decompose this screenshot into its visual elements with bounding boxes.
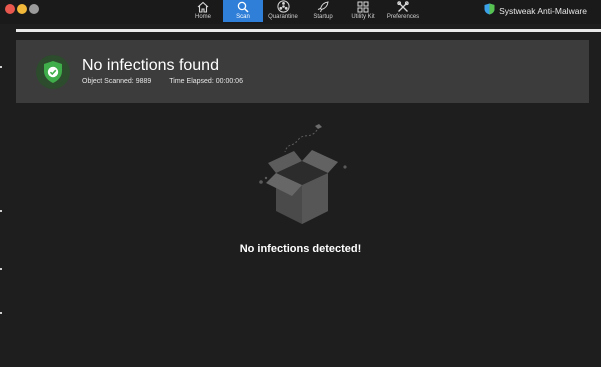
result-title: No infections found	[82, 57, 219, 74]
zoom-window-button[interactable]	[29, 4, 39, 14]
status-indicator	[36, 55, 70, 89]
nav-utility-kit-label: Utility Kit	[351, 14, 375, 20]
brand-name: Systweak Anti-Malware	[499, 6, 587, 16]
biohazard-icon	[276, 0, 290, 13]
shield-logo-icon	[484, 2, 495, 20]
main-nav: Home Scan Quarantine Startup Utility Kit	[183, 0, 423, 22]
edge-tick	[0, 312, 2, 314]
edge-tick	[0, 268, 2, 270]
nav-preferences-label: Preferences	[386, 14, 420, 20]
nav-utility-kit[interactable]: Utility Kit	[343, 0, 383, 22]
title-bar: Home Scan Quarantine Startup Utility Kit	[0, 0, 601, 24]
nav-scan[interactable]: Scan	[223, 0, 263, 22]
grid-icon	[357, 0, 369, 13]
window-controls	[5, 4, 39, 14]
nav-home-label: Home	[194, 14, 211, 20]
minimize-window-button[interactable]	[17, 4, 27, 14]
edge-tick	[0, 210, 2, 212]
edge-tick	[0, 66, 2, 68]
home-icon	[197, 0, 209, 13]
nav-preferences[interactable]: Preferences	[383, 0, 423, 22]
nav-startup-label: Startup	[313, 14, 333, 20]
objects-scanned: Object Scanned: 9889	[82, 78, 152, 85]
close-window-button[interactable]	[5, 4, 15, 14]
header-divider	[16, 29, 601, 32]
empty-state-message: No infections detected!	[239, 243, 362, 255]
brand: Systweak Anti-Malware	[484, 2, 587, 20]
scan-result-panel: No infections found Object Scanned: 9889…	[16, 40, 589, 103]
rocket-icon	[317, 0, 329, 13]
time-elapsed: Time Elapsed: 00:00:06	[169, 78, 243, 85]
open-box-icon	[252, 118, 352, 230]
shield-check-icon	[44, 61, 62, 83]
tools-icon	[397, 0, 409, 13]
nav-home[interactable]: Home	[183, 0, 223, 22]
nav-startup[interactable]: Startup	[303, 0, 343, 22]
nav-quarantine-label: Quarantine	[268, 14, 298, 20]
scan-stats: Object Scanned: 9889 Time Elapsed: 00:00…	[82, 78, 243, 85]
search-icon	[237, 0, 249, 13]
nav-quarantine[interactable]: Quarantine	[263, 0, 303, 22]
nav-scan-label: Scan	[236, 14, 250, 20]
